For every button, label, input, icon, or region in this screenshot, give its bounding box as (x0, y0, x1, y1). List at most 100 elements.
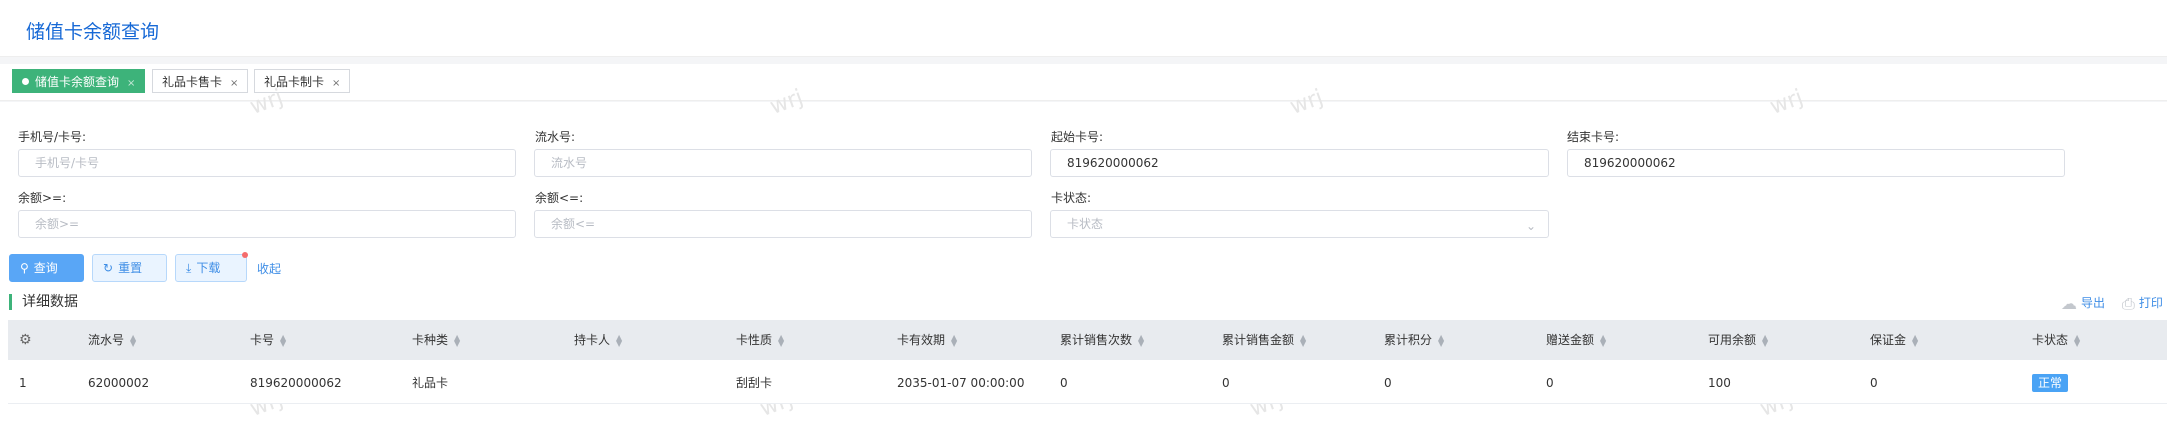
tab-close-icon[interactable]: × (230, 78, 238, 89)
col-label: 保证金 (1870, 333, 1907, 347)
tab-label: 储值卡余额查询 (35, 75, 120, 89)
col-label: 赠送金额 (1546, 333, 1595, 347)
sort-icon[interactable]: ▲ ▼ (951, 333, 957, 347)
download-button-label: 下载 (196, 261, 221, 275)
print-label: 打印 (2138, 296, 2163, 310)
cell-expiry: 2035-01-07 00:00:00 (897, 376, 1025, 390)
notification-dot (242, 252, 248, 258)
col-nature[interactable]: 卡性质 ▲ ▼ (736, 320, 784, 360)
tab-close-icon[interactable]: × (332, 78, 340, 89)
sort-icon[interactable]: ▲ ▼ (280, 333, 286, 347)
cell-index: 1 (19, 376, 27, 390)
tab-close-icon[interactable]: × (127, 78, 135, 89)
settings-gear-icon[interactable]: ⚙ (19, 320, 32, 360)
cell-balance: 100 (1708, 376, 1731, 390)
collapse-link[interactable]: 收起 (257, 260, 281, 277)
col-sales-amount[interactable]: 累计销售金额 ▲ ▼ (1222, 320, 1306, 360)
col-holder[interactable]: 持卡人 ▲ ▼ (574, 320, 622, 360)
page-title: 储值卡余额查询 (26, 21, 160, 43)
export-button[interactable]: ☁ 导出 (2061, 294, 2105, 313)
reset-button-label: 重置 (118, 261, 143, 275)
tab-gift-card-sale[interactable]: 礼品卡售卡 × (152, 69, 249, 93)
status-badge: 正常 (2032, 374, 2069, 392)
col-label: 可用余额 (1708, 333, 1757, 347)
download-icon: ⤓ (186, 261, 192, 275)
col-label: 卡状态 (2032, 333, 2069, 347)
col-label: 卡种类 (412, 333, 449, 347)
sort-icon[interactable]: ▲ ▼ (1600, 333, 1606, 347)
cell-deposit: 0 (1870, 376, 1878, 390)
page-header: 储值卡余额查询 (0, 0, 2167, 57)
card-status-label: 卡状态: (1051, 191, 1092, 205)
cell-points: 0 (1384, 376, 1392, 390)
table-row[interactable]: 1 62000002 819620000062 礼品卡 刮刮卡 2035-01-… (8, 363, 2167, 404)
cell-card-type: 礼品卡 (412, 376, 449, 390)
table-header: ⚙ 流水号 ▲ ▼ 卡号 ▲ ▼ 卡种类 ▲ ▼ 持卡人 ▲ ▼ 卡性质 ▲ ▼ 卡有效期 ▲ ▼ 累计… (8, 320, 2167, 360)
col-label: 卡号 (250, 333, 275, 347)
col-gift-amount[interactable]: 赠送金额 ▲ ▼ (1546, 320, 1606, 360)
cell-nature: 刮刮卡 (736, 376, 773, 390)
end-card-label: 结束卡号: (1567, 130, 1620, 144)
col-label: 累计销售金额 (1222, 333, 1295, 347)
cell-gift-amount: 0 (1546, 376, 1554, 390)
col-points[interactable]: 累计积分 ▲ ▼ (1384, 320, 1444, 360)
col-sales-count[interactable]: 累计销售次数 ▲ ▼ (1060, 320, 1144, 360)
sort-icon[interactable]: ▲ ▼ (1300, 333, 1306, 347)
col-label: 持卡人 (574, 333, 611, 347)
print-button[interactable]: ⎙ 打印 (2122, 294, 2163, 314)
col-status[interactable]: 卡状态 ▲ ▼ (2032, 320, 2080, 360)
col-label: 累计积分 (1384, 333, 1433, 347)
sort-icon[interactable]: ▲ ▼ (778, 333, 784, 347)
cell-sales-amount: 0 (1222, 376, 1230, 390)
sort-icon[interactable]: ▲ ▼ (1138, 333, 1144, 347)
tab-label: 礼品卡售卡 (162, 75, 223, 89)
cell-card-no: 819620000062 (250, 376, 342, 390)
start-card-input[interactable]: 819620000062 (1050, 149, 1549, 177)
sort-icon[interactable]: ▲ ▼ (130, 333, 136, 347)
balance-max-input[interactable]: 余额<= (534, 210, 1032, 238)
cell-serial: 62000002 (88, 376, 150, 390)
printer-icon: ⎙ (2122, 294, 2135, 313)
phone-card-input[interactable]: 手机号/卡号 (18, 149, 516, 177)
balance-min-input[interactable]: 余额>= (18, 210, 516, 238)
col-label: 卡有效期 (897, 333, 946, 347)
export-label: 导出 (2081, 296, 2106, 310)
serial-input[interactable]: 流水号 (534, 149, 1032, 177)
end-card-input[interactable]: 819620000062 (1567, 149, 2065, 177)
col-balance[interactable]: 可用余额 ▲ ▼ (1708, 320, 1768, 360)
balance-max-label: 余额<=: (535, 191, 584, 205)
section-title: 详细数据 (9, 294, 78, 310)
serial-label: 流水号: (535, 130, 576, 144)
sort-icon[interactable]: ▲ ▼ (1438, 333, 1444, 347)
query-button[interactable]: ⚲ 查询 (9, 254, 84, 282)
sort-icon[interactable]: ▲ ▼ (1762, 333, 1768, 347)
col-label: 卡性质 (736, 333, 773, 347)
sort-icon[interactable]: ▲ ▼ (616, 333, 622, 347)
refresh-icon: ↻ (103, 261, 114, 275)
col-serial[interactable]: 流水号 ▲ ▼ (88, 320, 136, 360)
reset-button[interactable]: ↻ 重置 (92, 254, 167, 282)
download-button[interactable]: ⤓ 下载 (175, 252, 248, 282)
sort-icon[interactable]: ▲ ▼ (2074, 333, 2080, 347)
col-deposit[interactable]: 保证金 ▲ ▼ (1870, 320, 1918, 360)
balance-min-label: 余额>=: (18, 191, 67, 205)
sort-icon[interactable]: ▲ ▼ (454, 333, 460, 347)
card-status-placeholder: 卡状态 (1067, 217, 1104, 231)
search-icon: ⚲ (20, 261, 29, 275)
col-label: 流水号 (88, 333, 125, 347)
cloud-download-icon: ☁ (2061, 294, 2077, 313)
chevron-down-icon: ⌄ (1525, 219, 1536, 233)
col-label: 累计销售次数 (1060, 333, 1133, 347)
query-button-label: 查询 (33, 261, 58, 275)
phone-card-label: 手机号/卡号: (18, 130, 87, 144)
card-status-select[interactable]: 卡状态 ⌄ (1050, 210, 1549, 238)
cell-sales-count: 0 (1060, 376, 1068, 390)
col-card-no[interactable]: 卡号 ▲ ▼ (250, 320, 286, 360)
tab-stored-value-balance[interactable]: 储值卡余额查询 × (12, 69, 146, 93)
cell-status: 正常 (2032, 363, 2069, 403)
sort-icon[interactable]: ▲ ▼ (1912, 333, 1918, 347)
start-card-label: 起始卡号: (1051, 130, 1104, 144)
active-dot-icon (22, 78, 29, 85)
col-expiry[interactable]: 卡有效期 ▲ ▼ (897, 320, 957, 360)
col-card-type[interactable]: 卡种类 ▲ ▼ (412, 320, 460, 360)
